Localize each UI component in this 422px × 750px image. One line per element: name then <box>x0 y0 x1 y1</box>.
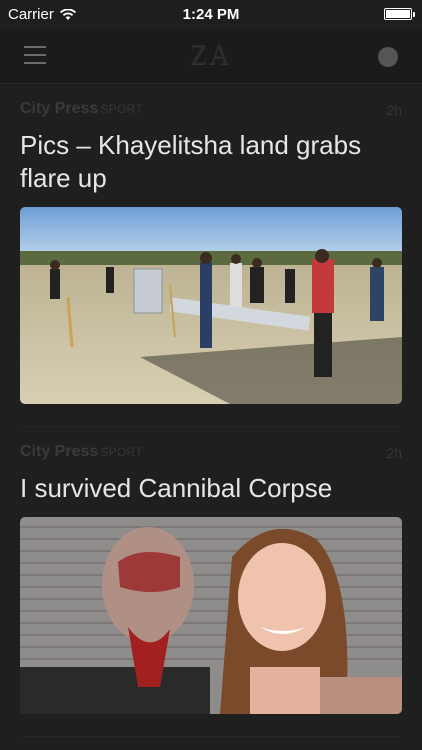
app-logo[interactable]: ZA <box>0 40 422 72</box>
article-source: City Press <box>20 100 99 117</box>
profile-dot-icon[interactable] <box>378 47 398 67</box>
article-photo[interactable] <box>20 207 402 404</box>
article-headline[interactable]: I survived Cannibal Corpse <box>20 472 402 505</box>
cannibal-corpse-photo-image <box>20 517 402 714</box>
battery-icon <box>384 8 415 20</box>
article-age: 2h <box>386 445 402 461</box>
article-category: SPORT <box>100 445 143 459</box>
article-meta: City Press SPORT 2h <box>20 443 402 463</box>
article-age: 2h <box>386 102 402 118</box>
article-headline[interactable]: Pics – Khayelitsha land grabs flare up <box>20 129 402 195</box>
status-bar: Carrier 1:24 PM <box>0 0 422 30</box>
article-category: SPORT <box>100 102 143 116</box>
article-card[interactable]: City Press SPORT 2h Pics – Khayelitsha l… <box>20 84 402 427</box>
land-grab-photo-image <box>20 207 402 404</box>
nav-bar: ZA <box>0 30 422 84</box>
article-source: City Press <box>20 443 99 460</box>
article-card[interactable]: City Press SPORT 2h I survived Cannibal … <box>20 427 402 737</box>
article-feed: City Press SPORT 2h Pics – Khayelitsha l… <box>0 84 422 737</box>
status-time: 1:24 PM <box>182 6 240 23</box>
article-meta: City Press SPORT 2h <box>20 100 402 120</box>
article-photo[interactable] <box>20 517 402 714</box>
